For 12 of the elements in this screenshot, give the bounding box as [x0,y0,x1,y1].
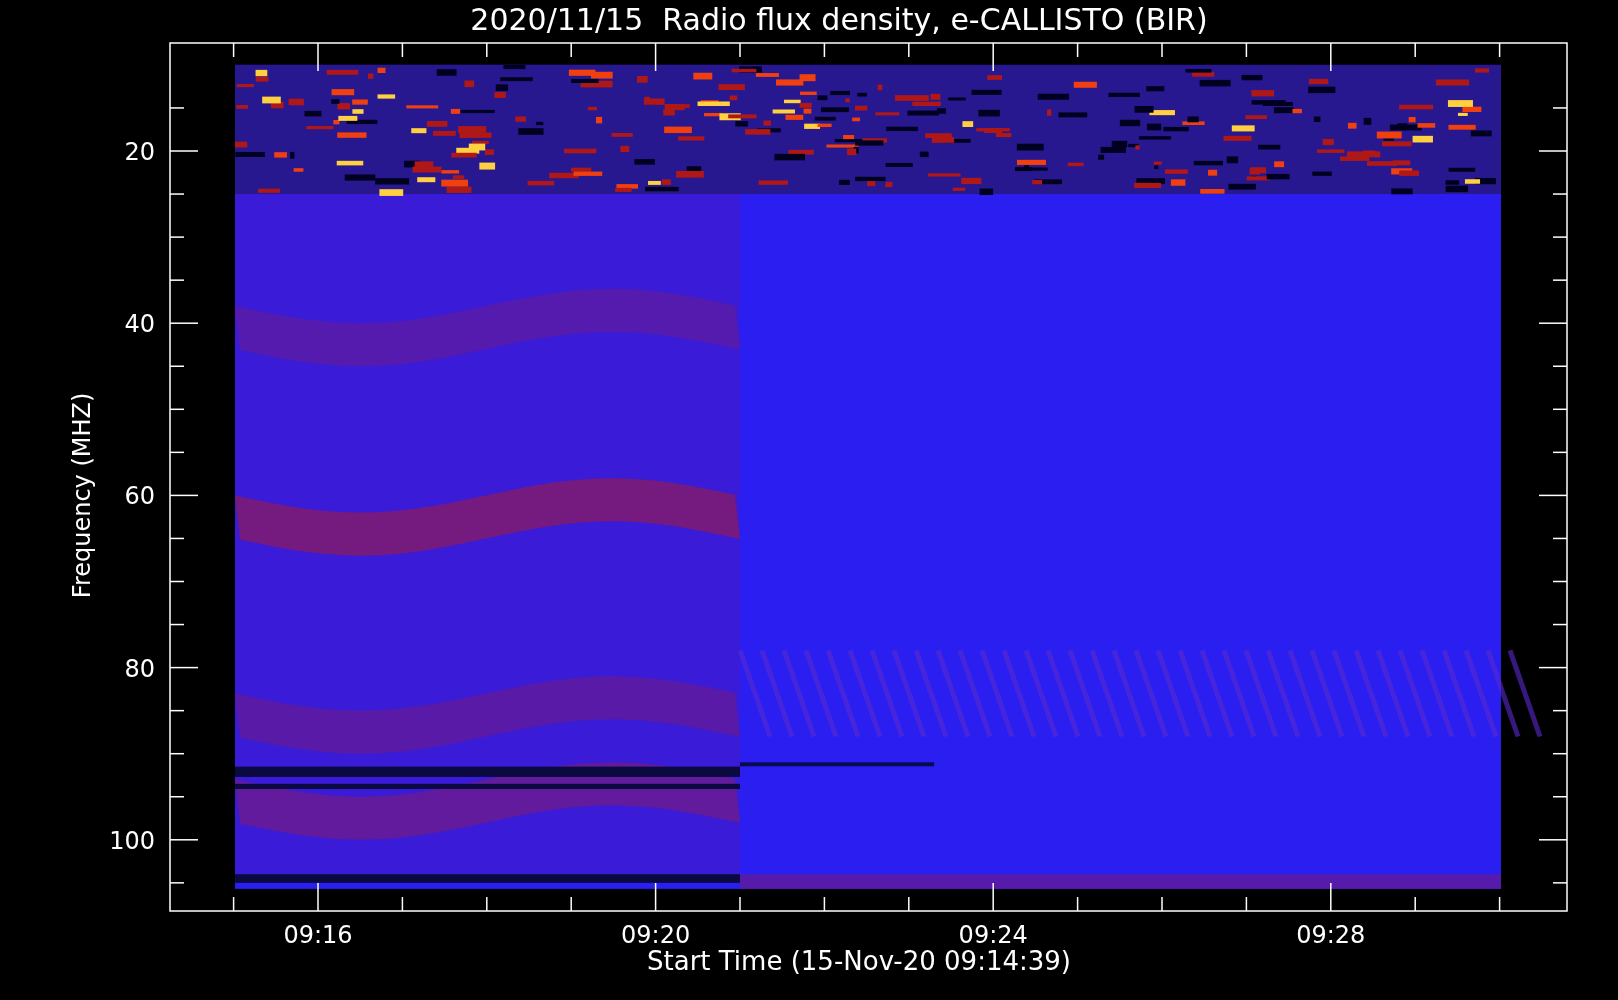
chart-title: 2020/11/15 Radio flux density, e-CALLISTO (BIR) [470,5,1208,35]
x-tick-label: 09:28 [1296,921,1366,949]
x-tick-label: 09:16 [283,921,353,949]
x-tick-label: 09:24 [958,921,1028,949]
x-tick-label: 09:20 [621,921,691,949]
y-tick-label: 40 [124,310,155,339]
y-tick-label: 20 [124,138,155,166]
y-tick-label: 100 [109,826,155,855]
y-axis-label: Frequency (MHZ) [68,392,96,599]
y-tick-label: 80 [124,654,155,683]
y-tick-label: 60 [124,482,155,511]
x-axis-label: Start Time (15-Nov-20 09:14:39) [647,948,1071,974]
